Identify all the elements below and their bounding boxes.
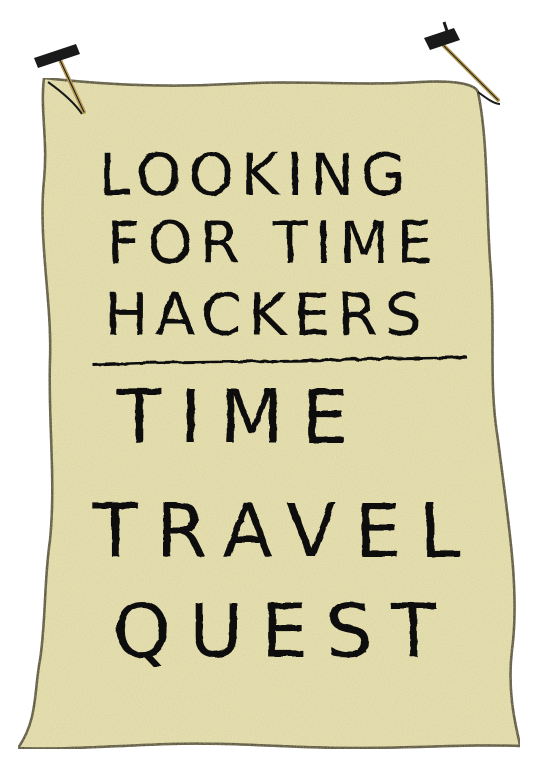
poster-line-time: TIME [115, 374, 366, 460]
poster-line-quest: QUEST [112, 588, 453, 674]
paper-poster: LOOKING FOR TIME HACKERS TIME TRAVEL QUE… [15, 21, 522, 750]
poster-scene: LOOKING FOR TIME HACKERS TIME TRAVEL QUE… [0, 0, 548, 776]
poster-line-travel: TRAVEL [91, 488, 478, 574]
poster-line-hackers: HACKERS [104, 280, 428, 348]
poster-line-for-time: FOR TIME [106, 208, 439, 276]
poster-line-looking: LOOKING [98, 140, 412, 208]
